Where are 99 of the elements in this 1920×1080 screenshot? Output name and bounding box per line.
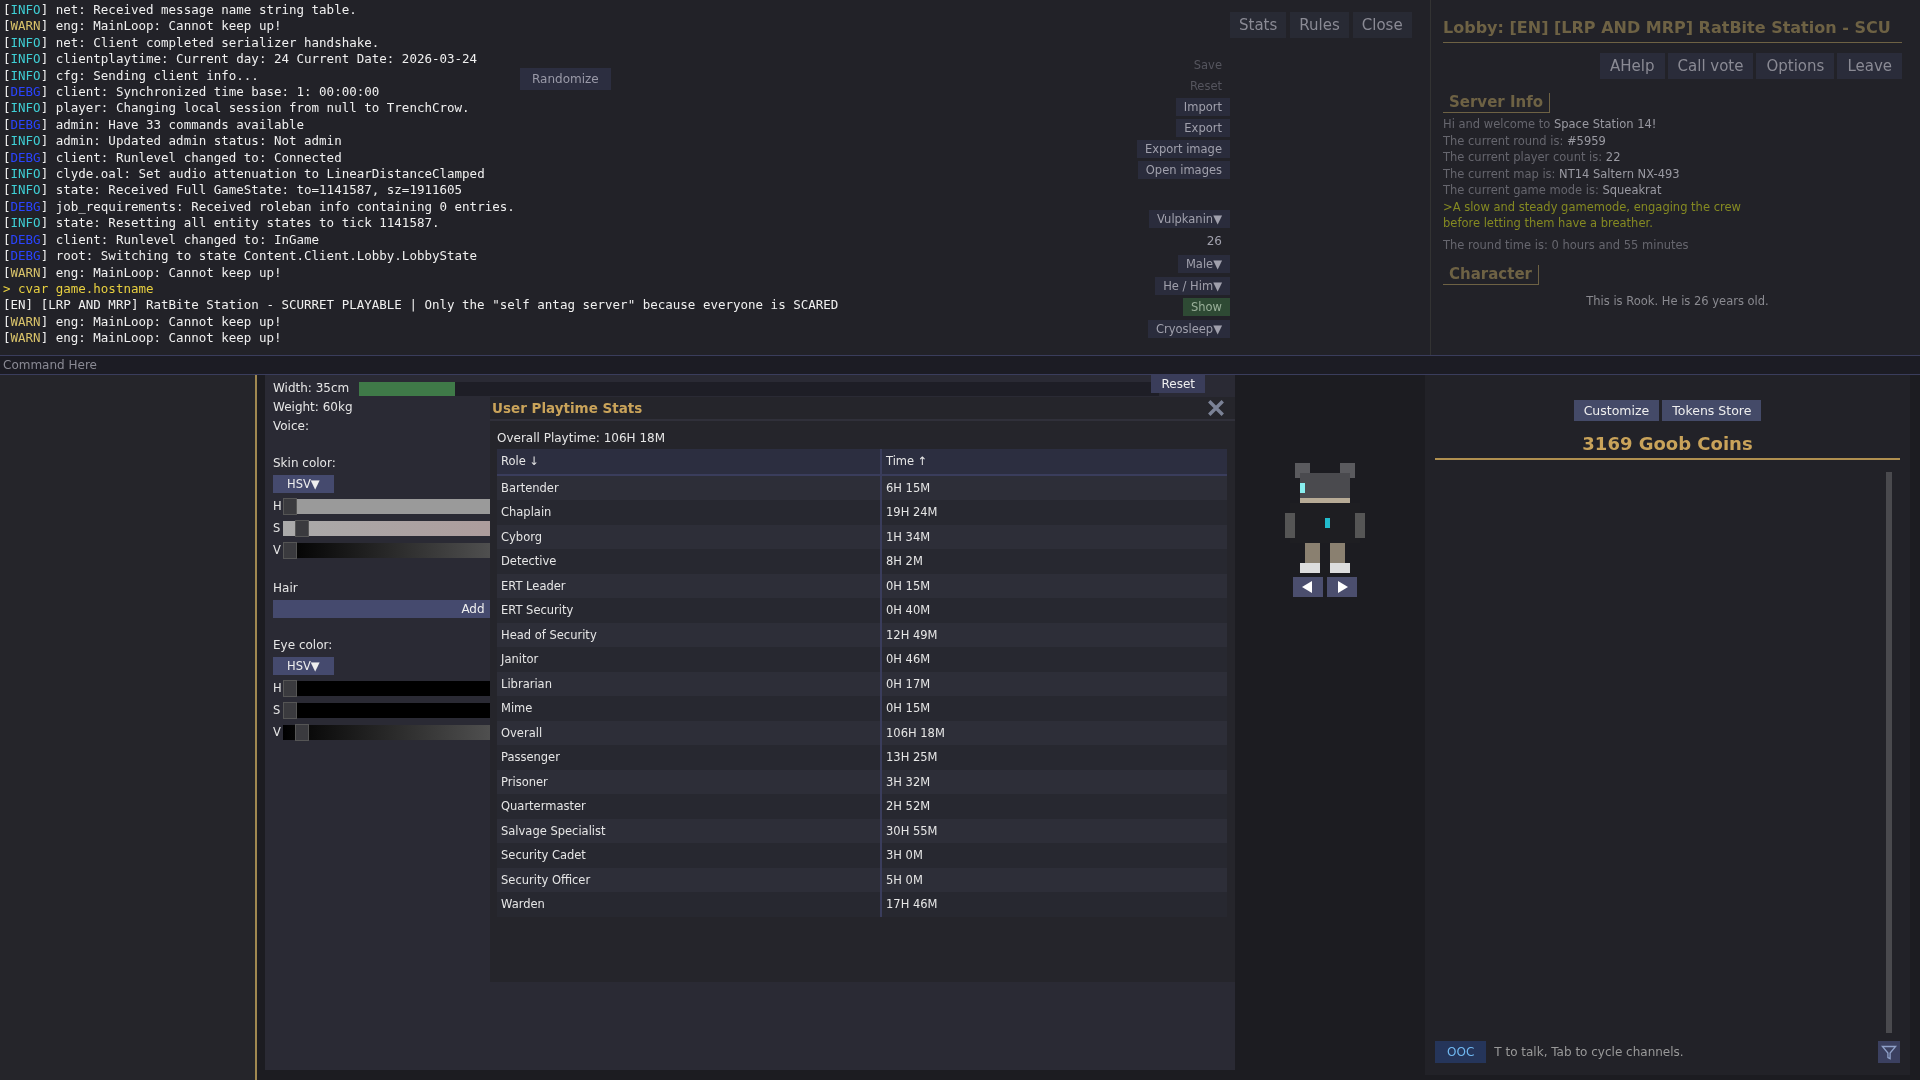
console-line: [DEBG] job_requirements: Received roleban info containing 0 entries. bbox=[2, 198, 515, 216]
table-cell-text: 0H 17M bbox=[885, 675, 932, 693]
character-summary: This is Rook. He is 26 years old. bbox=[1585, 294, 1770, 308]
table-cell-text: 0H 40M bbox=[885, 602, 932, 620]
console-line: [INFO] net: Received message name string table. bbox=[2, 2, 357, 19]
lobby-button[interactable]: Call vote bbox=[1667, 53, 1754, 79]
slider-label: V bbox=[273, 725, 282, 739]
command-input[interactable]: Command Here bbox=[0, 355, 1920, 375]
weight-label: Weight: 60kg bbox=[273, 399, 353, 416]
console-line: [DEBG] client: Synchronized time base: 1: 00:00:00 bbox=[2, 84, 380, 101]
close-icon[interactable] bbox=[1207, 399, 1225, 417]
console-line: [INFO] net: Client completed serializer handshake. bbox=[2, 34, 380, 52]
section-label: Skin color: bbox=[273, 455, 336, 472]
table-cell: Warden bbox=[497, 892, 882, 917]
coin-balance: 3169 Goob Coins bbox=[1435, 433, 1900, 460]
slider-label: H bbox=[273, 499, 283, 513]
game-mode-description: >A slow and steady gamemode, engaging the crew before letting them have a breather. bbox=[1443, 198, 1742, 232]
console-line: [INFO] admin: Updated admin status: Not admin bbox=[2, 133, 342, 150]
table-cell-text: 3H 0M bbox=[885, 847, 924, 865]
console-line: [INFO] state: Resetting all entity states to tick 1141587. bbox=[2, 215, 440, 232]
table-cell-text: 2H 52M bbox=[885, 798, 932, 816]
dropdown[interactable]: Male▼ bbox=[1177, 255, 1230, 274]
console-line: [DEBG] root: Switching to state Content.Client.Lobby.LobbyState bbox=[2, 248, 478, 265]
table-cell-text: 1H 34M bbox=[885, 528, 932, 546]
console-line: [WARN] eng: MainLoop: Cannot keep up! bbox=[2, 330, 282, 347]
round-time: The round time is: 0 hours and 55 minutes bbox=[1443, 236, 1690, 253]
dropdown[interactable]: Vulpkanin▼ bbox=[1149, 210, 1230, 228]
lobby-button[interactable]: Leave bbox=[1837, 53, 1902, 79]
dialog-title: User Playtime Stats bbox=[492, 400, 643, 416]
setup-action-button[interactable]: Import bbox=[1175, 98, 1230, 116]
server-info-line: Hi and welcome to Space Station 14! bbox=[1443, 116, 1658, 133]
table-cell-text: 6H 15M bbox=[885, 479, 932, 497]
console-line: [WARN] eng: MainLoop: Cannot keep up! bbox=[2, 313, 282, 331]
width-label: Width: 35cm bbox=[273, 380, 350, 397]
console-line: [INFO] player: Changing local session from null to TrenchCrow. bbox=[2, 100, 470, 117]
character-button[interactable]: Tokens Store bbox=[1662, 400, 1762, 421]
setup-action-button[interactable]: Open images bbox=[1137, 161, 1230, 179]
table-cell-text: 3H 32M bbox=[885, 773, 932, 791]
dropdown[interactable]: He / Him▼ bbox=[1155, 277, 1230, 296]
color-mode-dropdown[interactable]: HSV▼ bbox=[273, 657, 334, 675]
setup-action-button[interactable]: Export image bbox=[1136, 140, 1230, 158]
server-info-line: The current game mode is: Squeakrat bbox=[1443, 182, 1663, 199]
table-cell-text: 8H 2M bbox=[885, 553, 924, 571]
rotate-right-icon[interactable] bbox=[1327, 577, 1357, 597]
slider-label: V bbox=[273, 543, 282, 557]
color-mode-dropdown[interactable]: HSV▼ bbox=[273, 475, 334, 493]
lobby-button[interactable]: Options bbox=[1756, 53, 1835, 79]
section-label: Eye color: bbox=[273, 637, 333, 654]
table-cell-text: 5H 0M bbox=[885, 871, 924, 889]
chat-input[interactable]: T to talk, Tab to cycle channels. bbox=[1492, 1044, 1872, 1060]
age-field[interactable]: 26 bbox=[1198, 231, 1230, 252]
slider-label: S bbox=[273, 703, 282, 717]
console-output: [EN] [LRP AND MRP] RatBite Station - SCURRET PLAYABLE | Only the "self antag server" because everyone is SCARED bbox=[2, 297, 839, 314]
table-cell-text: 30H 55M bbox=[885, 822, 939, 840]
table-cell-text: 13H 25M bbox=[885, 749, 939, 767]
lobby-title: Lobby: [EN] [LRP AND MRP] RatBite Station - SCU bbox=[1443, 16, 1902, 43]
table-cell-text: 17H 46M bbox=[885, 896, 939, 914]
slider-label: S bbox=[273, 521, 282, 535]
console-command: > cvar game.hostname bbox=[2, 280, 154, 298]
lobby-button[interactable]: AHelp bbox=[1600, 53, 1665, 79]
column-header[interactable]: Role ↓ bbox=[497, 449, 882, 474]
server-info-line: The current round is: #5959 bbox=[1443, 132, 1607, 149]
console-line: [WARN] eng: MainLoop: Cannot keep up! bbox=[2, 264, 282, 281]
table-cell-text: 0H 46M bbox=[885, 651, 932, 669]
console-line: [DEBG] client: Runlevel changed to: Connected bbox=[2, 149, 342, 167]
console-line: [INFO] cfg: Sending client info... bbox=[2, 67, 259, 85]
slider-label: H bbox=[273, 681, 283, 695]
server-info-line: The current player count is: 22 bbox=[1443, 149, 1622, 166]
menu-button[interactable]: Close bbox=[1352, 12, 1412, 38]
section-heading: Character bbox=[1443, 265, 1539, 285]
table-cell-text: 0H 15M bbox=[885, 577, 932, 595]
console-line: [DEBG] admin: Have 33 commands available bbox=[2, 116, 305, 134]
character-button[interactable]: Customize bbox=[1573, 400, 1660, 421]
column-header[interactable]: Time ↑ bbox=[882, 449, 1227, 474]
channel-button[interactable]: OOC bbox=[1435, 1041, 1487, 1063]
randomize-button[interactable]: Randomize bbox=[520, 68, 611, 90]
menu-button[interactable]: Rules bbox=[1290, 12, 1349, 38]
filter-icon[interactable] bbox=[1878, 1041, 1900, 1063]
console-line: [DEBG] client: Runlevel changed to: InGame bbox=[2, 231, 320, 249]
reset-button[interactable]: Reset bbox=[1151, 375, 1205, 393]
width-slider[interactable] bbox=[359, 381, 1160, 396]
console-line: [INFO] clyde.oal: Set audio attenuation to LinearDistanceClamped bbox=[2, 166, 485, 183]
table-cell-text: 106H 18M bbox=[885, 724, 946, 742]
console-line: [INFO] clientplaytime: Current day: 24 Current Date: 2026-03-24 bbox=[2, 51, 478, 68]
toggle-button[interactable]: Show bbox=[1182, 298, 1230, 317]
table-cell-text: 19H 24M bbox=[885, 504, 939, 522]
section-label: Hair bbox=[273, 580, 298, 597]
setup-action-button[interactable]: Export bbox=[1176, 119, 1230, 137]
section-heading: Server Info bbox=[1443, 93, 1551, 113]
console-line: [WARN] eng: MainLoop: Cannot keep up! bbox=[2, 18, 282, 35]
server-info-line: The current map is: NT14 Saltern NX-493 bbox=[1443, 165, 1681, 182]
dropdown[interactable]: Cryosleep▼ bbox=[1147, 320, 1230, 339]
menu-button[interactable]: Stats bbox=[1230, 12, 1287, 38]
console-line: [INFO] state: Received Full GameState: to=1141587, sz=1911605 bbox=[2, 182, 463, 199]
rotate-left-icon[interactable] bbox=[1293, 577, 1323, 597]
overall-playtime: Overall Playtime: 106H 18M bbox=[497, 431, 667, 445]
voice-label: Voice: bbox=[273, 418, 309, 435]
table-cell-text: 12H 49M bbox=[885, 626, 939, 644]
table-cell-text: 0H 15M bbox=[885, 700, 932, 718]
